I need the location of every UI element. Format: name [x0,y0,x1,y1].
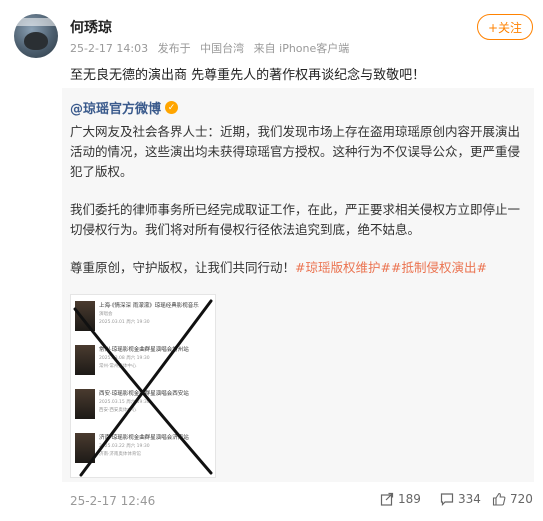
repost-paragraph-1: 广大网友及社会各界人士：近期，我们发现市场上存在盗用琼瑶原创内容开展演出活动的情… [70,124,521,179]
post-device: 来自 iPhone客户端 [253,42,350,55]
repost-paragraph-3: 尊重原创，守护版权，让我们共同行动！#琼瑶版权维护##抵制侵权演出# [70,258,530,278]
repost-paragraph-3-text: 尊重原创，守护版权，让我们共同行动！ [70,260,296,275]
post-text: 至无良无德的演出商 先尊重先人的著作权再谈纪念与致敬吧！ [70,68,426,83]
post-time[interactable]: 25-2-17 14:03 [70,42,148,55]
share-count: 189 [398,492,421,506]
post-footer: 25-2-17 12:46 189 334 720 [0,490,543,516]
username[interactable]: 何琇琼 [70,17,112,37]
avatar[interactable] [14,14,58,58]
post-location: 中国台湾 [200,42,245,55]
share-button[interactable]: 189 [380,492,421,506]
cross-out-mark-icon [73,299,213,477]
repost-time[interactable]: 25-2-17 12:46 [70,494,155,508]
reposted-card[interactable]: @琼瑶官方微博 ✓ 广大网友及社会各界人士：近期，我们发现市场上存在盗用琼瑶原创… [62,88,534,482]
repost-paragraph-2: 我们委托的律师事务所已经完成取证工作，在此，严正要求相关侵权方立即停止一切侵权行… [70,202,521,237]
post-from-label: 发布于 [157,42,191,55]
comment-button[interactable]: 334 [440,492,481,506]
post-meta: 25-2-17 14:03 发布于 中国台湾 来自 iPhone客户端 [70,40,355,56]
verified-badge-icon: ✓ [165,101,179,114]
like-count: 720 [510,492,533,506]
comment-count: 334 [458,492,481,506]
avatar-cat-image [24,32,48,50]
follow-button[interactable]: +关注 [477,14,533,40]
share-icon [380,492,394,506]
like-button[interactable]: 720 [492,492,533,506]
repost-image[interactable]: 上海·《情深深 雨濛濛》琼瑶经典影视音乐 演唱会 2025.03.01 周六 1… [70,294,216,478]
avatar-banner [14,18,58,26]
repost-author-name[interactable]: @琼瑶官方微博 [70,98,161,117]
hashtag-boycott[interactable]: #抵制侵权演出# [391,260,487,275]
comment-icon [440,493,454,506]
thumbs-up-icon [492,492,506,506]
hashtag-copyright[interactable]: #琼瑶版权维护# [295,260,391,275]
repost-body: 广大网友及社会各界人士：近期，我们发现市场上存在盗用琼瑶原创内容开展演出活动的情… [70,122,530,296]
repost-author[interactable]: @琼瑶官方微博 ✓ [70,98,179,117]
post-header: 何琇琼 25-2-17 14:03 发布于 中国台湾 来自 iPhone客户端 … [0,0,543,88]
